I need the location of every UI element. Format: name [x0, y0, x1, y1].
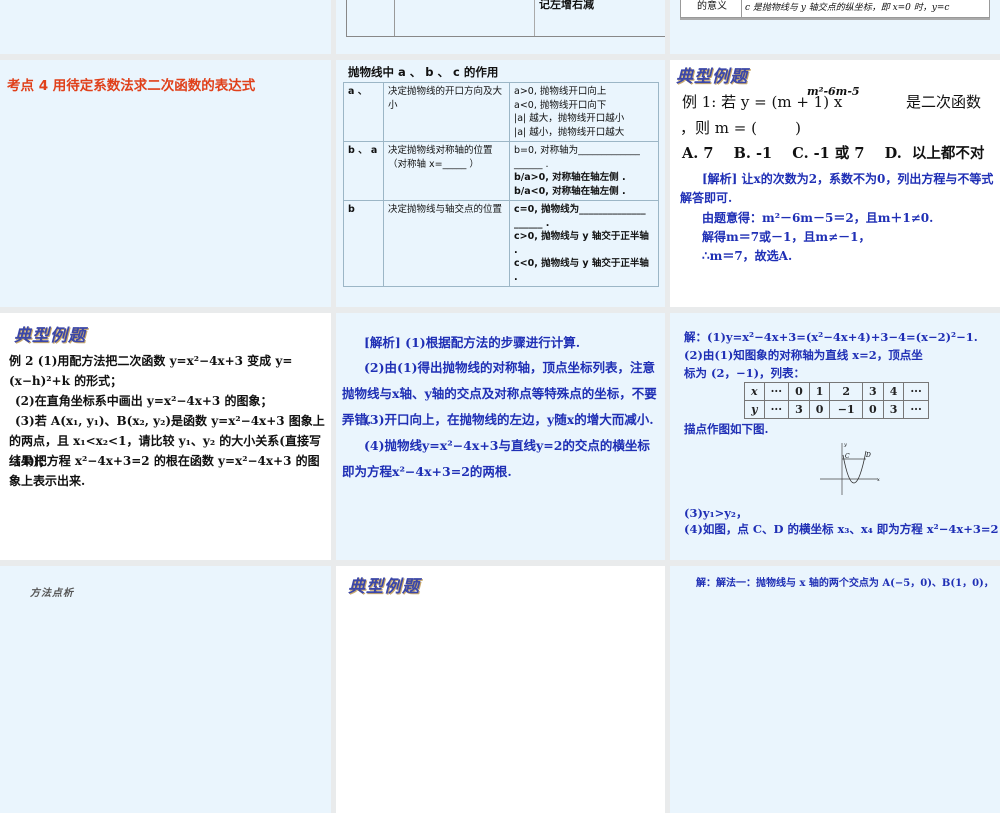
table-cell: ______ . — [514, 217, 550, 229]
table-cell: c 是抛物线与 y 轴交点的纵坐标，即 x=0 时，y=c — [745, 3, 950, 13]
value-table: x ··· 0 1 2 3 4 ··· y ··· 3 0 −1 0 3 ··· — [744, 382, 929, 419]
table-cell: b=0, 对称轴为_____________ — [514, 145, 640, 156]
table-cell: a>0, 抛物线开口向上 — [514, 86, 607, 97]
question-text: 是二次函数 — [906, 93, 982, 111]
table-cell: x — [744, 382, 765, 401]
solution-text: (4)如图，点 C、D 的横坐标 x₃、x₄ 即为方程 x²−4x+3=2 的根… — [684, 522, 1000, 536]
solution-text: 解：(1)y=x²−4x+3=(x²−4x+4)+3−4=(x−2)²−1. — [684, 330, 978, 344]
slide-thumbnail[interactable]: 典型例题 例 1: 若 y = (m + 1) x m²-6m-5 是二次函数 … — [670, 60, 1000, 307]
slide-thumbnail[interactable]: 记左增右减 — [336, 0, 665, 54]
solution-text: 解：解法一：抛物线与 x 轴的两个交点为 A(−5，0)、B(1，0)， — [696, 578, 994, 589]
table-cell: ··· — [903, 382, 929, 401]
table-cell: 1 — [808, 382, 831, 401]
table-cell: |a| 越小，抛物线开口越大 — [514, 126, 625, 138]
point-d-label: D — [865, 452, 871, 459]
analysis-text: [解析] (1)根据配方法的步骤进行计算. — [364, 335, 581, 350]
solution-text: (2)由(1)知图象的对称轴为直线 x=2，顶点坐标为 (2，−1)，列表： — [684, 348, 923, 380]
table-cell: −1 — [829, 400, 864, 419]
solution-text: 描点作图如下图. — [684, 422, 769, 436]
logo-method-analysis: 方法点析 — [30, 588, 74, 599]
table: 的意义 c 是抛物线与 y 轴交点的纵坐标，即 x=0 时，y=c — [680, 0, 990, 18]
table-cell: ··· — [903, 400, 929, 419]
slide-thumbnail[interactable] — [0, 0, 331, 54]
solution-text: 由题意得：m²－6m－5＝2，且m＋1≠0. — [702, 211, 934, 225]
parabola-graph: C D x y — [820, 442, 880, 495]
logo-typical-examples: 典型例题 — [14, 326, 86, 346]
table-cell: c=0, 抛物线为______________ — [514, 204, 646, 215]
table-cell: b — [343, 200, 384, 287]
table-cell: 3 — [788, 400, 810, 419]
table-cell: 4 — [882, 382, 905, 401]
slide-thumbnail[interactable]: 的意义 c 是抛物线与 y 轴交点的纵坐标，即 x=0 时，y=c — [670, 0, 1000, 54]
table-cell: 决定抛物线的开口方向及大小 — [383, 82, 510, 142]
table-cell: 的意义 — [697, 1, 727, 12]
solution-text: [解析] 让x的次数为2，系数不为0，列出方程与不等式解答即可. — [680, 172, 994, 205]
table-cell: 记左增右减 — [539, 0, 594, 11]
table-cell: ··· — [763, 382, 790, 401]
y-axis-label: y — [843, 442, 847, 448]
table-cell: ··· — [763, 400, 790, 419]
table-cell: y — [744, 400, 765, 419]
table-cell: 3 — [862, 382, 884, 401]
slide-thumbnail[interactable]: [解析] (1)根据配方法的步骤进行计算. (2)由(1)得出抛物线的对称轴，顶… — [336, 313, 665, 560]
table: 记左增右减 — [346, 0, 665, 37]
question-text: (2)在直角坐标系中画出 y=x²−4x+3 的图象； — [15, 394, 273, 408]
slide-thumbnail[interactable]: 典型例题 例 2 (1)用配方法把二次函数 y=x²−4x+3 变成 y=(x−… — [0, 313, 331, 560]
logo-typical-examples: 典型例题 — [348, 577, 420, 597]
table-cell: c<0, 抛物线与 y 轴交于正半轴 . — [514, 258, 649, 283]
question-text: (4)把方程 x²−4x+3=2 的根在函数 y=x²−4x+3 的图象上表示出… — [9, 454, 320, 488]
slide-thumbnail[interactable]: 解：解法一：抛物线与 x 轴的两个交点为 A(−5，0)、B(1，0)， — [670, 566, 1000, 813]
table-cell: b 、 a — [343, 141, 384, 201]
table-cell: 决定抛物线与轴交点的位置 — [383, 200, 510, 287]
slide-thumbnail[interactable]: 解：(1)y=x²−4x+3=(x²−4x+4)+3−4=(x−2)²−1. (… — [670, 313, 1000, 560]
abc-table: a 、决定抛物线的开口方向及大小 a>0, 抛物线开口向上 a<0, 抛物线开口向… — [343, 82, 659, 287]
slide-title: 考点 4 用待定系数法求二次函数的表达式 — [7, 78, 256, 94]
analysis-text: (3)开口向上，在抛物线的左边，y随x的增大而减小. — [364, 412, 654, 427]
table-cell: a 、 — [343, 82, 384, 142]
question-text: 例 2 (1)用配方法把二次函数 y=x²−4x+3 变成 y=(x−h)²+k… — [9, 354, 293, 388]
table-cell: ______ . — [514, 158, 549, 170]
slide-thumbnail[interactable]: 考点 4 用待定系数法求二次函数的表达式 — [0, 60, 331, 307]
answer-options: A. 7 B. -1 C. -1 或 7 D. 以上都不对 — [682, 145, 985, 162]
exponent: m²-6m-5 — [807, 85, 860, 98]
table-cell: 3 — [882, 400, 905, 419]
point-c-label: C — [845, 453, 850, 460]
slide-thumbnail[interactable]: 方法点析 — [0, 566, 331, 813]
x-axis-label: x — [877, 477, 880, 483]
question-text: ，则 m = ( ) — [680, 119, 801, 137]
analysis-text: (4)抛物线y=x²−4x+3与直线y=2的交点的横坐标即为方程x²−4x+3=… — [342, 438, 650, 479]
table-cell: |a| 越大，抛物线开口越小 — [514, 113, 625, 124]
table-cell: a<0, 抛物线开口向下 — [514, 99, 607, 111]
solution-text: ∴m＝7，故选A. — [702, 249, 793, 263]
table-cell: b/a<0, 对称轴在轴左侧 . — [514, 185, 626, 197]
table-cell: 0 — [862, 400, 884, 419]
table-cell: 决定抛物线对称轴的位置（对称轴 x=_____ ） — [383, 141, 510, 201]
slide-thumbnail[interactable]: 抛物线中 a 、 b 、 c 的作用 a 、决定抛物线的开口方向及大小 a>0,… — [336, 60, 665, 307]
table-cell: b/a>0, 对称轴在轴左侧 . — [514, 172, 626, 183]
slide-thumbnail[interactable]: 典型例题 — [336, 566, 665, 813]
table-cell: 0 — [788, 382, 810, 401]
table-cell: c>0, 抛物线与 y 轴交于正半轴 . — [514, 231, 649, 256]
solution-text: 解得m＝7或－1，且m≠－1， — [702, 230, 871, 244]
table-cell: 2 — [829, 382, 864, 401]
slide-title: 抛物线中 a 、 b 、 c 的作用 — [348, 65, 499, 79]
table-cell: 0 — [808, 400, 831, 419]
logo-typical-examples: 典型例题 — [676, 67, 748, 87]
